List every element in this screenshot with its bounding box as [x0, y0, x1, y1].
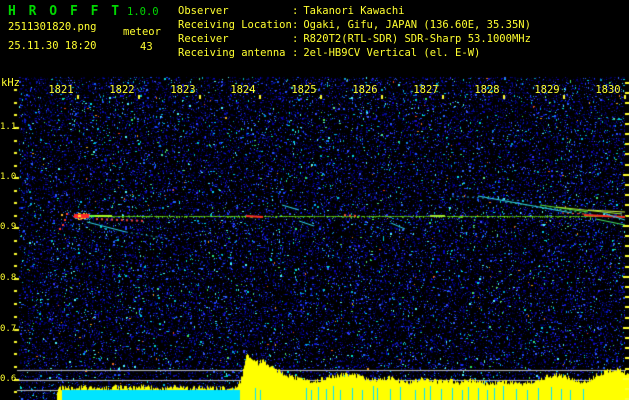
info-colon: : — [292, 33, 299, 45]
info-value: Ogaki, Gifu, JAPAN (136.60E, 35.35N) — [303, 19, 531, 31]
freq-tick-label: 1.0 — [0, 172, 17, 182]
info-colon: : — [292, 19, 299, 31]
app-version: 1.0.0 — [127, 6, 159, 18]
mode-label: meteor — [123, 26, 161, 38]
info-colon: : — [292, 47, 299, 59]
info-value: 2el-HB9CV Vertical (el. E-W) — [303, 47, 481, 59]
time-tick-label: 1830 — [595, 84, 621, 96]
info-label: Receiving Location — [178, 19, 292, 31]
info-value: R820T2(RTL-SDR) SDR-Sharp 53.1000MHz — [303, 33, 531, 45]
time-tick-label: 1824 — [230, 84, 256, 96]
info-label: Observer — [178, 5, 229, 17]
output-filename: 2511301820.png — [8, 21, 97, 33]
time-tick-label: 1822 — [109, 84, 135, 96]
time-tick-label: 1825 — [291, 84, 317, 96]
datetime-label: 25.11.30 18:20 — [8, 40, 97, 52]
info-value: Takanori Kawachi — [303, 5, 405, 17]
observer-info-block: Observer: Takanori Kawachi Receiving Locat… — [178, 4, 531, 60]
info-row-1: Receiving Location: Ogaki, Gifu, JAPAN (1… — [178, 18, 531, 32]
time-tick-label: 1828 — [474, 84, 500, 96]
spectrogram-plot — [0, 0, 629, 400]
hrofft-screen: H R O F F T 1.0.0 2511301820.png meteor … — [0, 0, 629, 400]
time-tick-label: 1829 — [534, 84, 560, 96]
freq-unit-label: kHz — [1, 77, 20, 89]
info-label: Receiver — [178, 33, 229, 45]
app-title: H R O F F T — [8, 4, 122, 19]
echo-count: 43 — [140, 41, 153, 53]
freq-tick-label: 0.7 — [0, 324, 17, 334]
freq-tick-label: 1.1 — [0, 122, 17, 132]
time-tick-label: 1826 — [352, 84, 378, 96]
info-label: Receiving antenna — [178, 47, 286, 59]
time-tick-label: 1827 — [413, 84, 439, 96]
time-tick-label: 1823 — [170, 84, 196, 96]
info-row-2: Receiver: R820T2(RTL-SDR) SDR-Sharp 53.10… — [178, 32, 531, 46]
info-row-0: Observer: Takanori Kawachi — [178, 4, 531, 18]
time-tick-label: 1821 — [48, 84, 74, 96]
freq-tick-label: 0.8 — [0, 273, 17, 283]
info-colon: : — [292, 5, 299, 17]
info-row-3: Receiving antenna:2el-HB9CV Vertical (el… — [178, 46, 531, 60]
freq-tick-label: 0.6 — [0, 374, 17, 384]
freq-tick-label: 0.9 — [0, 222, 17, 232]
